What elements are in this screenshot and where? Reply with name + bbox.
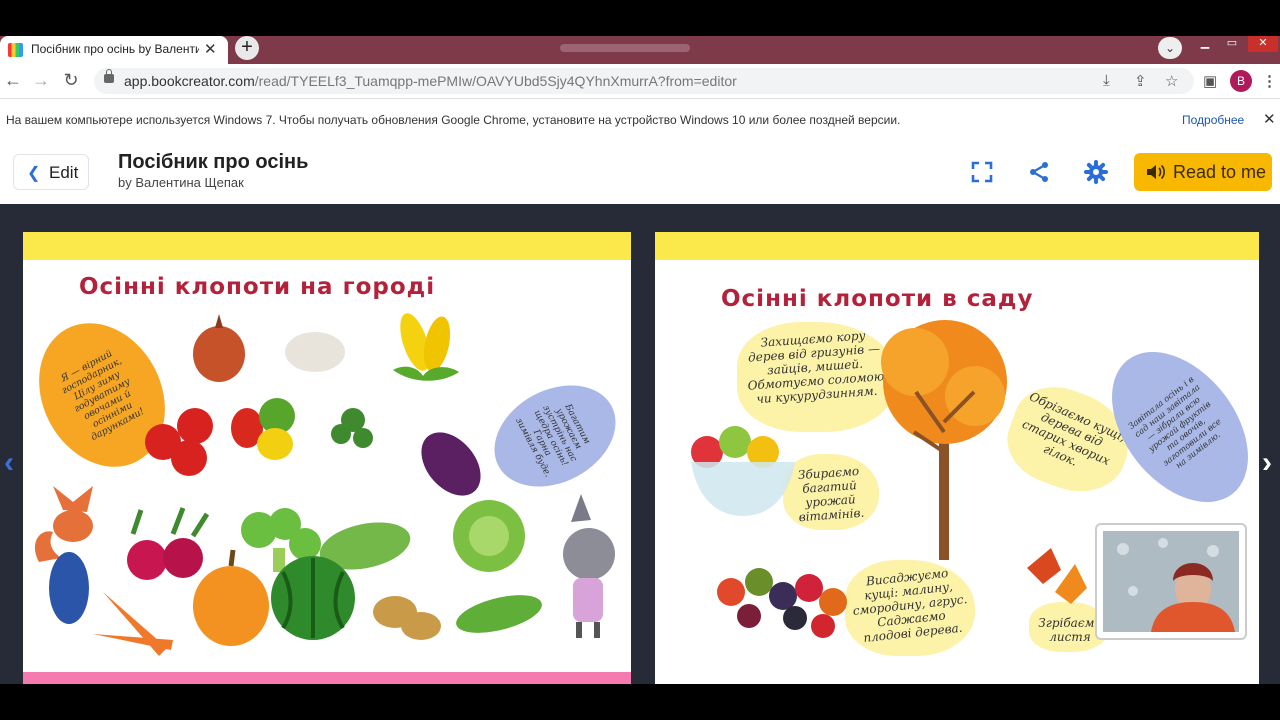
minimize-icon[interactable]: ▁ — [1193, 36, 1217, 52]
read-to-me-button[interactable]: Read to me — [1134, 153, 1272, 191]
side-panel-icon[interactable]: ▣ — [1203, 72, 1217, 90]
read-to-me-label: Read to me — [1173, 162, 1267, 182]
infobar-close-icon[interactable]: ✕ — [1263, 110, 1276, 128]
webcam-feed — [1103, 531, 1239, 632]
autumn-tree-icon — [881, 320, 1007, 560]
book-title: Посібник про осінь — [118, 151, 309, 173]
eggplant-icon — [421, 432, 481, 496]
peppers-icon — [231, 398, 295, 460]
browser-menu-icon[interactable]: ⋮ — [1262, 72, 1277, 90]
share-page-icon[interactable]: ⇪ — [1134, 72, 1147, 90]
parsley-icon — [331, 408, 373, 448]
webcam-overlay[interactable] — [1097, 525, 1245, 638]
tomatoes-icon — [145, 408, 213, 476]
berries-pile-icon — [717, 568, 847, 638]
tab-title: Посібник про осінь by Валенти — [31, 42, 199, 56]
reload-icon[interactable]: ↻ — [60, 70, 82, 91]
window-title-blur — [560, 44, 690, 52]
carrots-icon — [93, 592, 173, 656]
vegetables-illustration — [34, 313, 615, 656]
url-text[interactable]: app.bookcreator.com/read/TYEELf3_Tuamqpp… — [124, 73, 737, 89]
presenter-video-icon — [1103, 531, 1239, 632]
back-arrow-icon[interactable]: ← — [2, 70, 24, 91]
profile-avatar[interactable]: B — [1230, 70, 1252, 92]
corn-icon — [393, 313, 459, 381]
wolf-character-icon — [563, 494, 615, 638]
bookcreator-favicon-icon — [8, 43, 23, 57]
new-tab-button[interactable]: + — [235, 36, 259, 60]
potatoes-icon — [373, 596, 441, 640]
garlic-icon — [285, 332, 345, 372]
fruit-bowl-icon — [691, 426, 795, 516]
share-icon[interactable] — [1027, 160, 1051, 184]
page-top-band — [655, 232, 1259, 260]
lock-icon — [104, 69, 114, 83]
forward-arrow-icon[interactable]: → — [30, 70, 52, 91]
page-bottom-band — [23, 672, 631, 684]
fox-character-icon — [34, 486, 93, 624]
pea-pods-icon — [456, 595, 542, 633]
previous-page-arrow-icon[interactable]: ‹ — [4, 446, 14, 480]
browser-tab[interactable]: Посібник про осінь by Валенти ✕ — [0, 36, 228, 64]
next-page-arrow-icon[interactable]: › — [1262, 446, 1272, 480]
watermelon-icon — [271, 556, 355, 640]
tab-search-chevron-icon[interactable]: ⌄ — [1158, 37, 1182, 59]
update-infobar: На вашем компьютере используется Windows… — [0, 98, 1280, 143]
page-top-band — [23, 232, 631, 260]
pumpkin-icon — [193, 549, 269, 646]
autumn-leaves-icon — [1027, 548, 1087, 604]
chevron-left-icon: ❮ — [27, 165, 41, 182]
letterbox-top — [0, 0, 1280, 36]
book-author: by Валентина Щепак — [118, 175, 244, 190]
beetroot-icon — [127, 507, 210, 580]
left-page: Осінні клопоти на городі Я — вірний госп… — [23, 232, 631, 684]
tab-close-icon[interactable]: ✕ — [204, 40, 217, 58]
edit-button[interactable]: ❮ Edit — [13, 154, 89, 190]
speaker-icon — [1147, 164, 1165, 180]
letterbox-bottom — [0, 684, 1280, 720]
maximize-icon[interactable]: ▭ — [1220, 36, 1244, 52]
infobar-message: На вашем компьютере используется Windows… — [6, 113, 901, 127]
settings-gear-icon[interactable] — [1084, 160, 1108, 184]
bookmark-star-icon[interactable]: ☆ — [1165, 72, 1178, 90]
onion-icon — [193, 326, 245, 382]
fullscreen-icon[interactable] — [970, 160, 994, 184]
install-app-icon[interactable]: ⤓ — [1103, 72, 1110, 89]
infobar-more-link[interactable]: Подробнее — [1182, 113, 1244, 127]
window-close-icon[interactable]: ✕ — [1248, 36, 1278, 52]
edit-button-label: Edit — [49, 163, 79, 182]
